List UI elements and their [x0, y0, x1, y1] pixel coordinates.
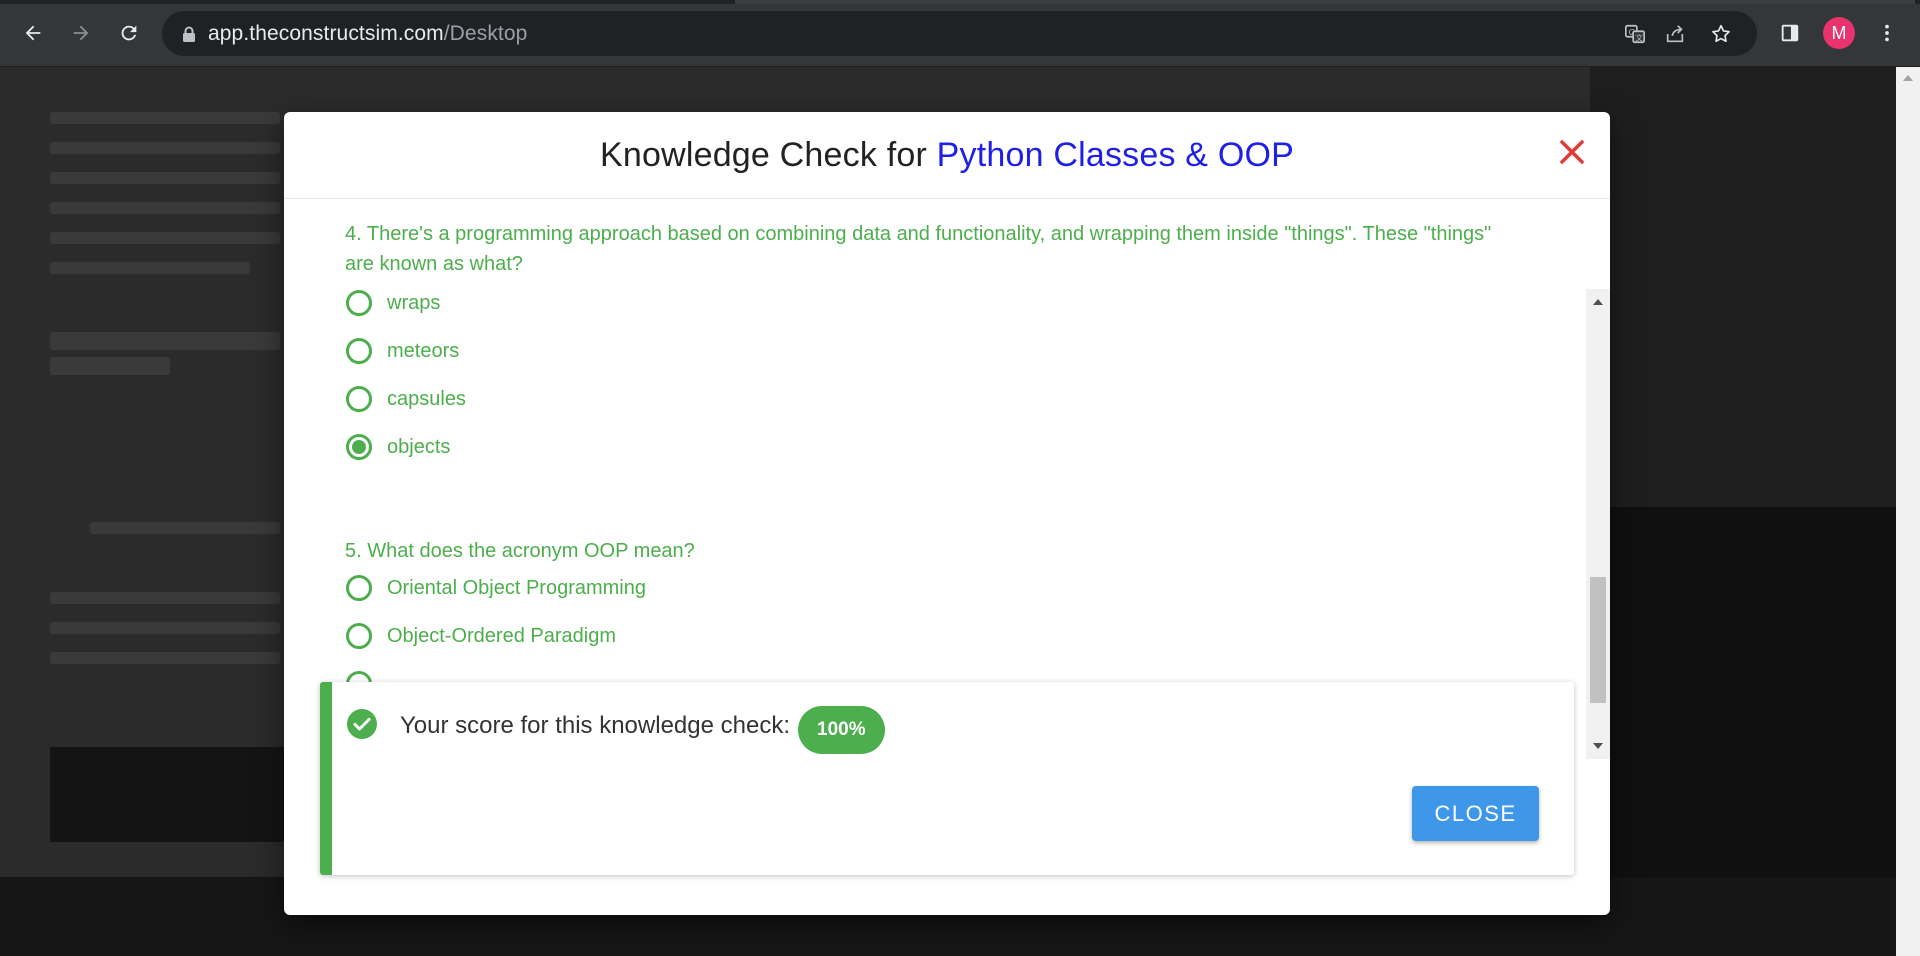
question-5-text: 5. What does the acronym OOP mean? [345, 540, 695, 562]
check-circle-icon [347, 709, 377, 739]
radio-button[interactable] [346, 575, 372, 601]
option-oriental-object-programming[interactable]: Oriental Object Programming [346, 572, 646, 604]
quiz-scrollbar[interactable] [1586, 289, 1610, 759]
radio-button[interactable] [346, 290, 372, 316]
option-objects[interactable]: objects [346, 431, 450, 463]
reload-icon [121, 25, 137, 41]
option-object-ordered-paradigm[interactable]: Object-Ordered Paradigm [346, 620, 616, 652]
side-panel-button[interactable] [1774, 17, 1806, 49]
forward-button[interactable] [65, 17, 97, 49]
question-4-text: 4. There's a programming approach based … [345, 223, 1492, 275]
scroll-down-arrow-icon[interactable] [1593, 743, 1603, 749]
address-bar[interactable]: app.theconstructsim.com/Desktop G文 [162, 11, 1757, 56]
more-vertical-icon [1885, 24, 1889, 42]
close-button[interactable]: CLOSE [1412, 786, 1539, 841]
score-label: Your score for this knowledge check: [400, 712, 790, 739]
score-panel: Your score for this knowledge check: 100… [320, 682, 1574, 875]
radio-button[interactable] [346, 623, 372, 649]
bookmark-star-icon[interactable] [1708, 21, 1734, 47]
page-scrollbar[interactable] [1896, 67, 1920, 956]
arrow-right-icon [73, 25, 89, 41]
profile-avatar[interactable]: M [1823, 17, 1855, 49]
scroll-up-arrow-icon[interactable] [1593, 299, 1603, 305]
arrow-left-icon [25, 25, 41, 41]
svg-text:文: 文 [1635, 33, 1643, 42]
scroll-thumb[interactable] [1590, 577, 1606, 703]
radio-button[interactable] [346, 338, 372, 364]
radio-button-selected[interactable] [346, 434, 372, 460]
translate-icon[interactable]: G文 [1622, 21, 1648, 47]
radio-button[interactable] [346, 386, 372, 412]
modal-title: Knowledge Check for Python Classes & OOP [599, 136, 1294, 174]
knowledge-check-modal: Knowledge Check for Python Classes & OOP… [284, 112, 1610, 915]
score-badge: 100% [798, 706, 885, 754]
modal-close-icon[interactable] [1554, 134, 1590, 170]
browser-toolbar: app.theconstructsim.com/Desktop G文 M [0, 0, 1920, 67]
option-capsules[interactable]: capsules [346, 383, 466, 415]
lock-icon [183, 26, 195, 42]
side-panel-icon [1781, 24, 1799, 42]
modal-header: Knowledge Check for Python Classes & OOP [284, 112, 1610, 199]
back-button[interactable] [17, 17, 49, 49]
option-wraps[interactable]: wraps [346, 287, 440, 319]
url-text: app.theconstructsim.com/Desktop [208, 21, 528, 45]
tab-strip [0, 0, 1920, 4]
course-name: Python Classes & OOP [936, 136, 1294, 174]
option-meteors[interactable]: meteors [346, 335, 459, 367]
reload-button[interactable] [113, 17, 145, 49]
browser-menu-button[interactable] [1871, 17, 1903, 49]
share-icon[interactable] [1662, 21, 1688, 47]
